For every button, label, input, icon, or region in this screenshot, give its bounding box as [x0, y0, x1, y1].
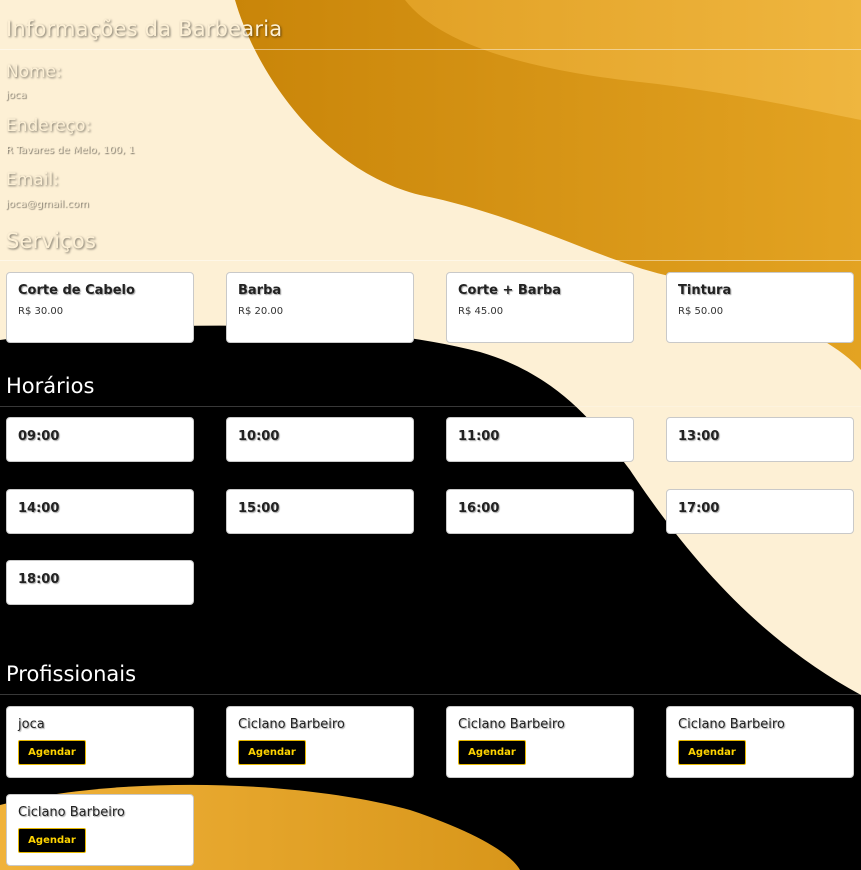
service-card[interactable]: Corte + Barba R$ 45.00: [446, 272, 634, 343]
time-slot-label: 15:00: [238, 501, 280, 516]
professional-name: joca: [18, 717, 45, 732]
professional-card: Ciclano Barbeiro Agendar: [446, 706, 634, 778]
professional-name: Ciclano Barbeiro: [458, 717, 565, 732]
schedule-button[interactable]: Agendar: [18, 828, 86, 853]
name-label: Nome:: [6, 62, 62, 82]
services-heading: Serviços: [6, 229, 97, 253]
time-slot-label: 11:00: [458, 429, 500, 444]
service-name: Barba: [238, 283, 282, 298]
schedule-divider: [0, 406, 861, 407]
time-slot-label: 10:00: [238, 429, 280, 444]
schedule-button[interactable]: Agendar: [18, 740, 86, 765]
info-heading: Informações da Barbearia: [6, 17, 283, 41]
professionals-divider: [0, 694, 861, 695]
service-card[interactable]: Corte de Cabelo R$ 30.00: [6, 272, 194, 343]
professional-card: Ciclano Barbeiro Agendar: [666, 706, 854, 778]
time-slot[interactable]: 18:00: [6, 560, 194, 605]
time-slot[interactable]: 09:00: [6, 417, 194, 462]
professional-card: joca Agendar: [6, 706, 194, 778]
time-slot[interactable]: 15:00: [226, 489, 414, 534]
time-slot[interactable]: 17:00: [666, 489, 854, 534]
email-label: Email:: [6, 170, 59, 190]
address-value: R Tavares de Melo, 100, 1: [6, 145, 135, 156]
service-card[interactable]: Tintura R$ 50.00: [666, 272, 854, 343]
professional-card: Ciclano Barbeiro Agendar: [226, 706, 414, 778]
schedule-heading: Horários: [6, 374, 95, 398]
info-divider: [0, 49, 861, 50]
time-slot[interactable]: 16:00: [446, 489, 634, 534]
service-price: R$ 50.00: [678, 306, 724, 317]
time-slot[interactable]: 14:00: [6, 489, 194, 534]
time-slot-label: 14:00: [18, 501, 60, 516]
professional-card: Ciclano Barbeiro Agendar: [6, 794, 194, 866]
time-slot-label: 18:00: [18, 572, 60, 587]
time-slot[interactable]: 11:00: [446, 417, 634, 462]
schedule-button[interactable]: Agendar: [238, 740, 306, 765]
service-price: R$ 30.00: [18, 306, 64, 317]
service-name: Corte + Barba: [458, 283, 562, 298]
service-card[interactable]: Barba R$ 20.00: [226, 272, 414, 343]
service-name: Tintura: [678, 283, 732, 298]
time-slot[interactable]: 10:00: [226, 417, 414, 462]
service-price: R$ 45.00: [458, 306, 504, 317]
service-name: Corte de Cabelo: [18, 283, 135, 298]
service-price: R$ 20.00: [238, 306, 284, 317]
address-label: Endereço:: [6, 116, 92, 136]
name-value: joca: [6, 90, 27, 101]
professional-name: Ciclano Barbeiro: [18, 805, 125, 820]
schedule-button[interactable]: Agendar: [458, 740, 526, 765]
time-slot-label: 09:00: [18, 429, 60, 444]
page-content: Informações da Barbearia Nome: joca Ende…: [0, 0, 861, 870]
time-slot-label: 17:00: [678, 501, 720, 516]
professional-name: Ciclano Barbeiro: [678, 717, 785, 732]
services-divider: [0, 260, 861, 261]
email-value: joca@gmail.com: [6, 199, 89, 210]
time-slot-label: 16:00: [458, 501, 500, 516]
professionals-heading: Profissionais: [6, 662, 137, 686]
time-slot[interactable]: 13:00: [666, 417, 854, 462]
professional-name: Ciclano Barbeiro: [238, 717, 345, 732]
schedule-button[interactable]: Agendar: [678, 740, 746, 765]
time-slot-label: 13:00: [678, 429, 720, 444]
